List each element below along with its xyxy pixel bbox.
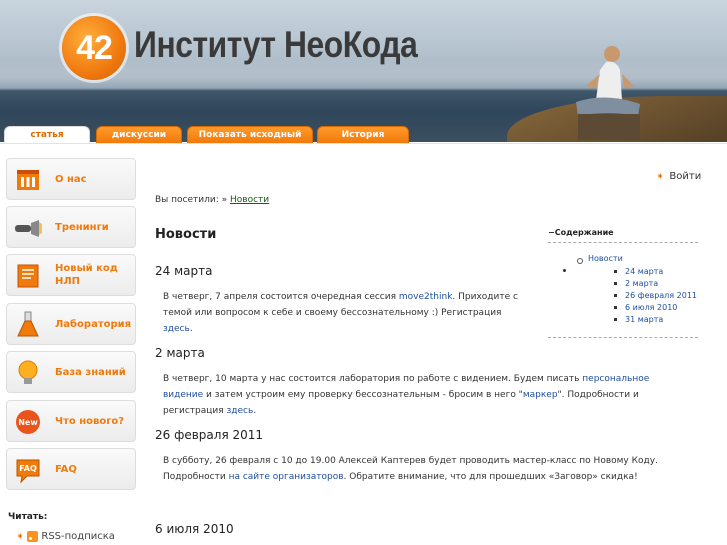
- tab-article[interactable]: статья: [4, 126, 90, 144]
- news-paragraph: В четверг, 7 апреля состоится очередная …: [163, 289, 533, 337]
- sidebar-item-label: Что нового?: [55, 415, 125, 427]
- sidebar-item-trainings[interactable]: Тренинги: [6, 206, 136, 248]
- login-label: Войти: [669, 171, 702, 182]
- meditating-person-image: [576, 46, 640, 140]
- faq-icon: FAQ: [16, 459, 40, 484]
- news-text: .: [253, 406, 257, 416]
- news-link[interactable]: маркер: [523, 390, 558, 400]
- news-text: В четверг, 10 марта у нас состоится лабо…: [163, 374, 583, 384]
- sidebar-item-laboratory[interactable]: Лаборатория: [6, 303, 136, 345]
- rss-label: RSS-подписка: [41, 531, 115, 542]
- sidebar-item-faq[interactable]: FAQ FAQ: [6, 448, 136, 490]
- site-title[interactable]: Институт НеоКода: [134, 24, 418, 66]
- news-paragraph: В четверг, 10 марта у нас состоится лабо…: [163, 371, 683, 419]
- rss-icon: [27, 531, 39, 542]
- news-date-heading: 2 марта: [155, 346, 205, 360]
- tab-discussion[interactable]: дискуссии: [96, 126, 182, 143]
- breadcrumb-link[interactable]: Новости: [230, 195, 269, 205]
- toc-link[interactable]: 26 февраля 2011: [625, 291, 697, 300]
- sidebar-item-label: О нас: [55, 173, 87, 185]
- news-link[interactable]: на сайте организаторов: [229, 472, 344, 482]
- rss-link[interactable]: ➧ RSS-подписка: [16, 531, 115, 542]
- toc-link[interactable]: 2 марта: [625, 279, 658, 288]
- news-text: В четверг, 7 апреля состоится очередная …: [163, 292, 399, 302]
- toc-heading[interactable]: −Содержание: [548, 228, 698, 243]
- toc-list: 24 марта 2 марта 26 февраля 2011 6 июля …: [613, 266, 697, 326]
- toc-item[interactable]: 2 марта: [613, 278, 697, 290]
- toc-item[interactable]: 26 февраля 2011: [613, 290, 697, 302]
- flask-icon: [17, 311, 39, 337]
- sidebar-item-label: Лаборатория: [55, 318, 132, 330]
- news-date-heading: 6 июля 2010: [155, 522, 234, 536]
- toc-item[interactable]: 31 марта: [613, 314, 697, 326]
- new-badge-icon: New: [16, 410, 40, 434]
- toc-item[interactable]: 24 марта: [613, 266, 697, 278]
- toc-bullet: [563, 269, 566, 272]
- sidebar-item-label: FAQ: [55, 463, 77, 475]
- news-link[interactable]: здесь: [163, 324, 190, 334]
- sidebar-item-label: Новый код НЛП: [55, 263, 118, 287]
- sidebar-item-whats-new[interactable]: New Что нового?: [6, 400, 136, 442]
- tab-history[interactable]: История страницы: [317, 126, 409, 156]
- toc-link-root[interactable]: Новости: [577, 254, 623, 264]
- header-banner: 42 Институт НеоКода: [0, 0, 727, 142]
- news-link[interactable]: здесь: [227, 406, 254, 416]
- building-icon: [17, 170, 39, 190]
- toc-link[interactable]: 24 марта: [625, 267, 663, 276]
- tab-view-source[interactable]: Показать исходный текст: [187, 126, 313, 156]
- logo-icon[interactable]: 42: [62, 16, 126, 80]
- toc-link[interactable]: 6 июля 2010: [625, 303, 677, 312]
- svg-text:FAQ: FAQ: [19, 464, 37, 473]
- arrow-right-icon: ➧: [16, 531, 25, 542]
- sidebar-item-label: База знаний: [55, 366, 126, 378]
- toc-body: Новости 24 марта 2 марта 26 февраля 2011…: [548, 243, 698, 338]
- svg-text:New: New: [18, 418, 38, 427]
- arrow-right-icon: ➧: [656, 171, 665, 182]
- news-text: . Обратите внимание, что для прошедших «…: [343, 472, 638, 482]
- sidebar-item-label: Тренинги: [55, 221, 109, 233]
- lightbulb-icon: [18, 360, 38, 384]
- news-text: и затем устроим ему проверку бессознател…: [203, 390, 523, 400]
- breadcrumb-prefix: Вы посетили: »: [155, 195, 228, 205]
- sidebar-item-new-code-nlp[interactable]: Новый код НЛП: [6, 254, 136, 296]
- news-text: .: [189, 324, 193, 334]
- news-link[interactable]: move2think: [399, 292, 453, 302]
- table-of-contents: −Содержание Новости 24 марта 2 марта 26 …: [548, 228, 698, 338]
- toc-link[interactable]: 31 марта: [625, 315, 663, 324]
- news-date-heading: 26 февраля 2011: [155, 428, 264, 442]
- read-heading: Читать:: [8, 512, 48, 522]
- login-link[interactable]: ➧ Войти: [656, 171, 701, 182]
- breadcrumb: Вы посетили: » Новости: [155, 195, 269, 205]
- sidebar-item-knowledge-base[interactable]: База знаний: [6, 351, 136, 393]
- news-date-heading: 24 марта: [155, 264, 213, 278]
- news-paragraph: В субботу, 26 февраля с 10 до 19.00 Алек…: [163, 453, 683, 485]
- toc-item[interactable]: 6 июля 2010: [613, 302, 697, 314]
- book-icon: [17, 264, 39, 288]
- sidebar-item-about[interactable]: О нас: [6, 158, 136, 200]
- flashlight-icon: [15, 220, 42, 237]
- page-title: Новости: [155, 227, 217, 242]
